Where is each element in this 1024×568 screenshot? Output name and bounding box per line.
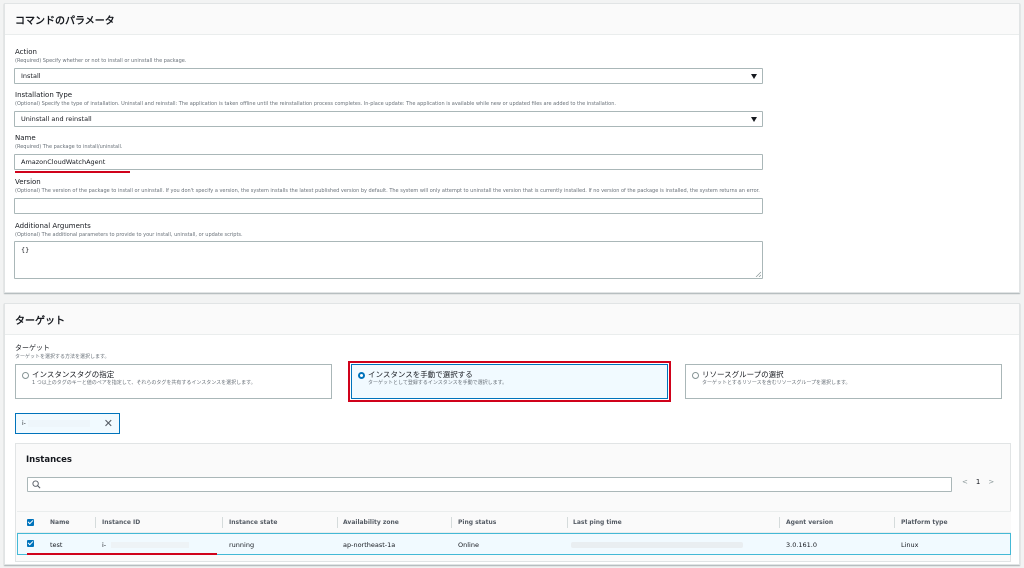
cell-platform-type: Linux	[901, 541, 919, 549]
panel-title: コマンドのパラメータ	[5, 4, 1019, 35]
col-availability-zone[interactable]: Availability zone	[343, 519, 399, 526]
col-name[interactable]: Name	[50, 519, 69, 526]
action-select[interactable]: Install	[14, 68, 763, 84]
highlight-underline	[15, 171, 130, 173]
option-desc: 1 つ以上のタグのキーと値のペアを指定して、それらのタグを共有するインスタンスを…	[32, 380, 256, 386]
option-title: インスタンスを手動で選択する	[368, 370, 473, 379]
args-label-group: Additional Arguments (Optional) The addi…	[15, 222, 243, 239]
row-checkbox[interactable]	[27, 540, 34, 547]
install-type-value: Uninstall and reinstall	[21, 115, 92, 123]
option-desc: ターゲットとして登録するインスタンスを手動で選択します。	[368, 380, 508, 386]
panel-title: ターゲット	[5, 304, 1019, 335]
install-type-select[interactable]: Uninstall and reinstall	[14, 111, 763, 127]
action-value: Install	[21, 72, 41, 80]
table-header: Name Instance ID Instance state Availabi…	[17, 511, 1011, 533]
args-label: Additional Arguments	[15, 222, 91, 230]
args-textarea[interactable]: {}	[14, 241, 763, 279]
search-input[interactable]	[27, 477, 952, 492]
cell-instance-id: i-	[102, 541, 107, 549]
target-desc: ターゲットを選択する方法を選択します。	[15, 354, 110, 360]
column-divider	[451, 517, 452, 528]
install-type-desc: (Optional) Specify the type of installat…	[15, 101, 616, 107]
command-parameters-panel: コマンドのパラメータ Action (Required) Specify whe…	[4, 3, 1020, 293]
cell-availability-zone: ap-northeast-1a	[343, 541, 396, 549]
caret-down-icon	[751, 117, 757, 122]
radio-button[interactable]	[692, 372, 699, 379]
target-label: ターゲット	[15, 344, 50, 352]
args-desc: (Optional) The additional parameters to …	[15, 232, 243, 238]
instances-table-container: Instances < 1 > Name Instance ID Instanc…	[15, 443, 1011, 562]
name-value: AmazonCloudWatchAgent	[21, 158, 106, 166]
cell-ping-status: Online	[458, 541, 479, 549]
col-last-ping-time[interactable]: Last ping time	[573, 519, 622, 526]
radio-button[interactable]	[22, 372, 29, 379]
option-title: リソースグループの選択	[702, 370, 784, 379]
version-desc: (Optional) The version of the package to…	[15, 188, 760, 194]
target-label-group: ターゲット ターゲットを選択する方法を選択します。	[15, 344, 110, 361]
install-type-label: Installation Type	[15, 91, 73, 99]
column-divider	[222, 517, 223, 528]
page-number[interactable]: 1	[976, 478, 980, 486]
col-platform-type[interactable]: Platform type	[901, 519, 948, 526]
column-divider	[894, 517, 895, 528]
table-row[interactable]: test i- running ap-northeast-1a Online 3…	[17, 533, 1011, 555]
option-title: インスタンスタグの指定	[32, 370, 115, 379]
radio-button-selected[interactable]	[358, 372, 365, 379]
action-label-group: Action (Required) Specify whether or not…	[15, 48, 186, 65]
name-input[interactable]: AmazonCloudWatchAgent	[14, 154, 763, 170]
pagination: < 1 >	[962, 478, 994, 486]
redacted-text	[571, 542, 743, 548]
caret-down-icon	[751, 74, 757, 79]
radio-option-manual[interactable]: インスタンスを手動で選択する ターゲットとして登録するインスタンスを手動で選択し…	[348, 361, 671, 402]
highlight-underline	[27, 553, 217, 555]
redacted-text	[111, 542, 189, 548]
cell-name: test	[50, 541, 63, 549]
chevron-right-icon[interactable]: >	[988, 478, 994, 486]
search-icon	[32, 480, 41, 489]
token-label: i-	[22, 420, 26, 427]
name-label-group: Name (Required) The package to install/u…	[15, 134, 122, 151]
column-divider	[337, 517, 338, 528]
option-desc: ターゲットとするリソースを含むリソースグループを選択します。	[702, 380, 851, 386]
col-instance-id[interactable]: Instance ID	[102, 519, 140, 526]
col-instance-state[interactable]: Instance state	[229, 519, 277, 526]
install-type-label-group: Installation Type (Optional) Specify the…	[15, 91, 616, 108]
close-icon[interactable]: ✕	[104, 417, 113, 430]
instances-title: Instances	[26, 455, 72, 465]
select-all-checkbox[interactable]	[27, 519, 34, 526]
action-desc: (Required) Specify whether or not to ins…	[15, 58, 187, 64]
name-label: Name	[15, 134, 36, 142]
column-divider	[95, 517, 96, 528]
col-ping-status[interactable]: Ping status	[458, 519, 496, 526]
redacted-text	[27, 420, 90, 427]
name-desc: (Required) The package to install/uninst…	[15, 144, 123, 150]
chevron-left-icon[interactable]: <	[962, 478, 968, 486]
col-agent-version[interactable]: Agent version	[786, 519, 833, 526]
version-input[interactable]	[14, 198, 763, 214]
version-label-group: Version (Optional) The version of the pa…	[15, 178, 760, 195]
radio-option-tags[interactable]: インスタンスタグの指定 1 つ以上のタグのキーと値のペアを指定して、それらのタグ…	[15, 364, 332, 399]
target-panel: ターゲット ターゲット ターゲットを選択する方法を選択します。 インスタンスタグ…	[4, 303, 1020, 565]
args-value: {}	[21, 246, 30, 254]
cell-agent-version: 3.0.161.0	[786, 541, 818, 549]
version-label: Version	[15, 178, 41, 186]
column-divider	[567, 517, 568, 528]
radio-option-resource-group[interactable]: リソースグループの選択 ターゲットとするリソースを含むリソースグループを選択しま…	[685, 364, 1002, 399]
resize-handle-icon[interactable]	[755, 271, 761, 277]
cell-instance-state: running	[229, 541, 255, 549]
column-divider	[779, 517, 780, 528]
selected-instance-token: i- ✕	[15, 413, 120, 434]
action-label: Action	[15, 48, 37, 56]
